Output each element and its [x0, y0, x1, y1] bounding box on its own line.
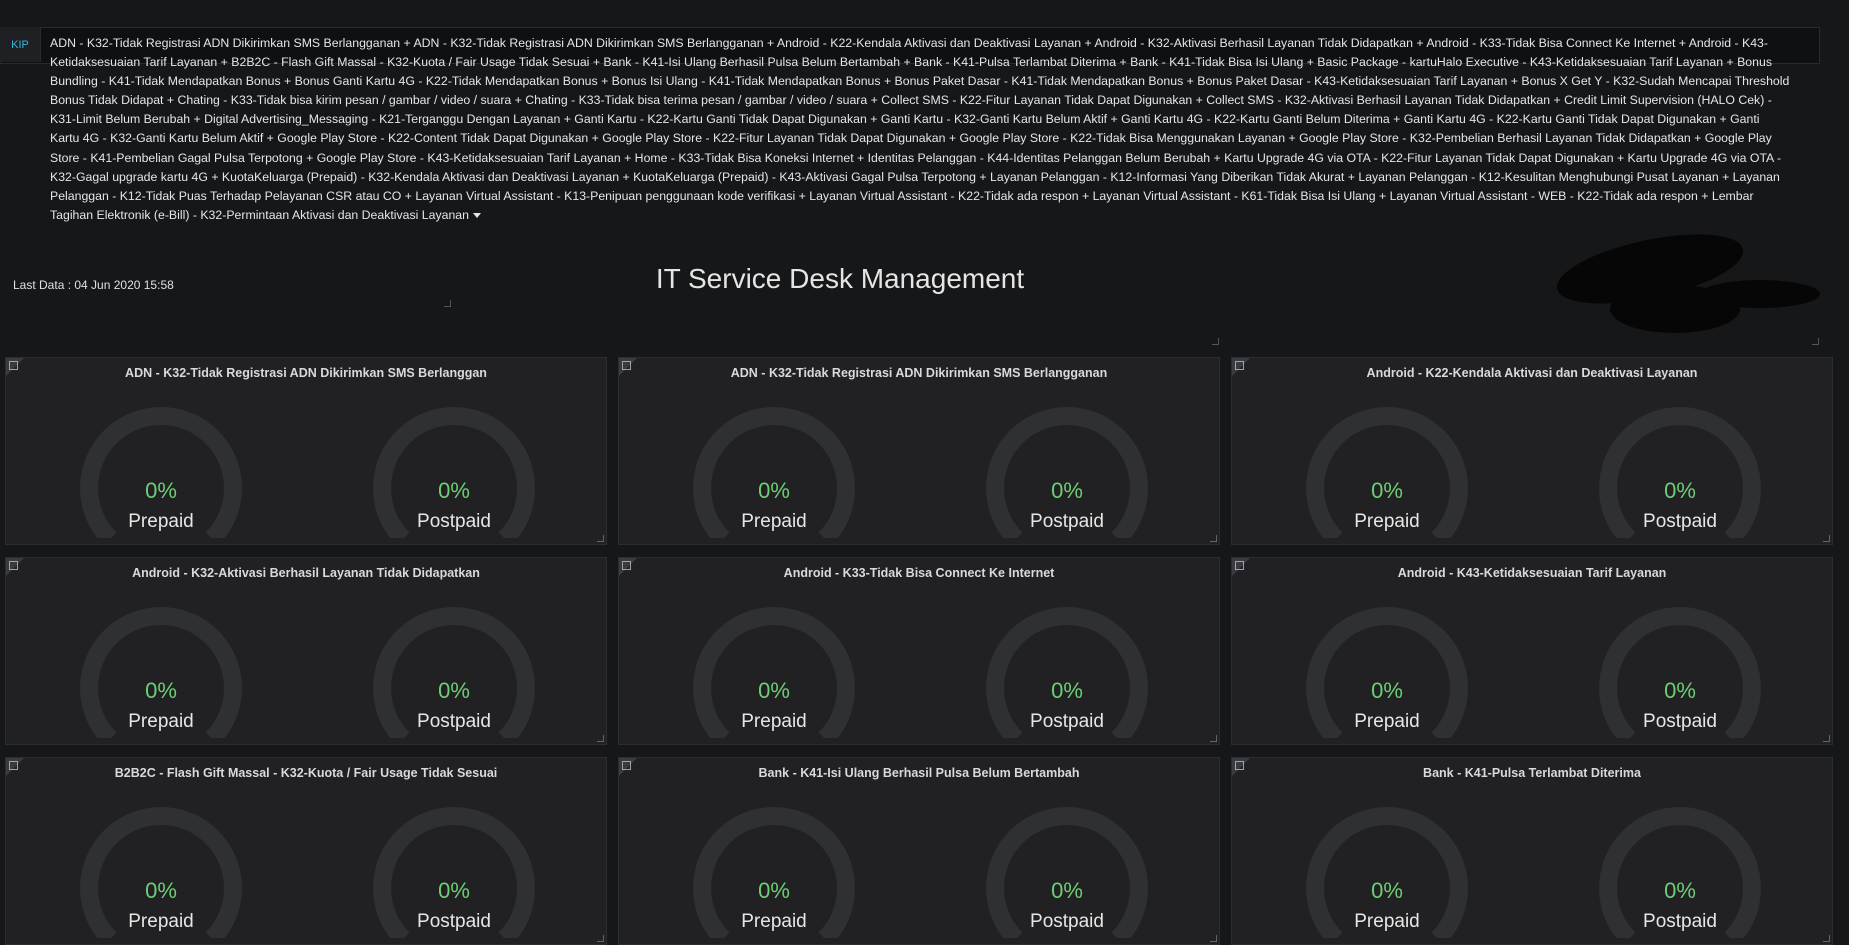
panel-title[interactable]: Android - K22-Kendala Aktivasi dan Deakt… — [1232, 366, 1832, 380]
postpaid-gauge-label: Postpaid — [1030, 511, 1104, 532]
kip-selected-values[interactable]: ADN - K32-Tidak Registrasi ADN Dikirimka… — [50, 36, 1789, 222]
gauge-panel[interactable]: ADN - K32-Tidak Registrasi ADN Dikirimka… — [5, 357, 607, 545]
prepaid-gauge-label: Prepaid — [1354, 711, 1420, 732]
panel-resize-handle[interactable] — [1210, 735, 1217, 742]
prepaid-gauge-value: 0% — [1371, 478, 1403, 503]
panel-title[interactable]: B2B2C - Flash Gift Massal - K32-Kuota / … — [6, 766, 606, 780]
postpaid-gauge: 0% Postpaid — [982, 398, 1152, 538]
panel-resize-handle[interactable] — [1210, 535, 1217, 542]
postpaid-gauge-label: Postpaid — [417, 511, 491, 532]
panel-resize-handle[interactable] — [597, 535, 604, 542]
postpaid-gauge-value: 0% — [1051, 878, 1083, 903]
panel-title[interactable]: Bank - K41-Pulsa Terlambat Diterima — [1232, 766, 1832, 780]
prepaid-gauge-value: 0% — [1371, 878, 1403, 903]
gauge-panel[interactable]: ADN - K32-Tidak Registrasi ADN Dikirimka… — [618, 357, 1220, 545]
postpaid-gauge-value: 0% — [1051, 678, 1083, 703]
postpaid-gauge: 0% Postpaid — [369, 798, 539, 938]
postpaid-gauge-value: 0% — [438, 478, 470, 503]
prepaid-gauge-label: Prepaid — [741, 711, 807, 732]
prepaid-gauge: 0% Prepaid — [689, 798, 859, 938]
prepaid-gauge: 0% Prepaid — [689, 598, 859, 738]
prepaid-gauge-value: 0% — [145, 678, 177, 703]
panel-resize-handle[interactable] — [1823, 535, 1830, 542]
postpaid-gauge-value: 0% — [1051, 478, 1083, 503]
postpaid-gauge: 0% Postpaid — [369, 598, 539, 738]
postpaid-gauge-value: 0% — [438, 878, 470, 903]
prepaid-gauge-value: 0% — [145, 878, 177, 903]
prepaid-gauge: 0% Prepaid — [76, 598, 246, 738]
panel-title[interactable]: Bank - K41-Isi Ulang Berhasil Pulsa Belu… — [619, 766, 1219, 780]
panel-resize-handle[interactable] — [1812, 338, 1819, 345]
prepaid-gauge-label: Prepaid — [1354, 911, 1420, 932]
panel-title[interactable]: ADN - K32-Tidak Registrasi ADN Dikirimka… — [619, 366, 1219, 380]
prepaid-gauge-label: Prepaid — [128, 911, 194, 932]
prepaid-gauge-value: 0% — [1371, 678, 1403, 703]
postpaid-gauge-label: Postpaid — [1030, 711, 1104, 732]
prepaid-gauge-label: Prepaid — [128, 711, 194, 732]
last-data-timestamp: Last Data : 04 Jun 2020 15:58 — [13, 278, 174, 292]
panel-title[interactable]: ADN - K32-Tidak Registrasi ADN Dikirimka… — [6, 366, 606, 380]
gauge-panel[interactable]: Bank - K41-Isi Ulang Berhasil Pulsa Belu… — [618, 757, 1220, 945]
postpaid-gauge: 0% Postpaid — [982, 598, 1152, 738]
postpaid-gauge-label: Postpaid — [1030, 911, 1104, 932]
gauge-panel[interactable]: Android - K32-Aktivasi Berhasil Layanan … — [5, 557, 607, 745]
postpaid-gauge: 0% Postpaid — [1595, 398, 1765, 538]
postpaid-gauge-label: Postpaid — [417, 911, 491, 932]
prepaid-gauge-value: 0% — [758, 478, 790, 503]
prepaid-gauge-value: 0% — [758, 878, 790, 903]
gauge-panel[interactable]: B2B2C - Flash Gift Massal - K32-Kuota / … — [5, 757, 607, 945]
panel-title[interactable]: Android - K43-Ketidaksesuaian Tarif Laya… — [1232, 566, 1832, 580]
panel-resize-handle[interactable] — [597, 735, 604, 742]
caret-down-icon[interactable] — [472, 213, 481, 219]
gauge-panel[interactable]: Bank - K41-Pulsa Terlambat Diterima 0% Pre… — [1231, 757, 1833, 945]
prepaid-gauge-label: Prepaid — [741, 511, 807, 532]
postpaid-gauge-value: 0% — [1664, 678, 1696, 703]
postpaid-gauge-label: Postpaid — [417, 711, 491, 732]
dashboard-title: IT Service Desk Management — [655, 263, 1025, 294]
panel-resize-handle[interactable] — [1212, 338, 1219, 345]
postpaid-gauge-value: 0% — [1664, 478, 1696, 503]
prepaid-gauge: 0% Prepaid — [689, 398, 859, 538]
redacted-logo-part — [1700, 280, 1820, 308]
postpaid-gauge-value: 0% — [1664, 878, 1696, 903]
prepaid-gauge-label: Prepaid — [128, 511, 194, 532]
gauge-panel[interactable]: Android - K33-Tidak Bisa Connect Ke Inte… — [618, 557, 1220, 745]
postpaid-gauge-label: Postpaid — [1643, 711, 1717, 732]
prepaid-gauge: 0% Prepaid — [1302, 598, 1472, 738]
postpaid-gauge-label: Postpaid — [1643, 911, 1717, 932]
kip-variable-value[interactable]: ADN - K32-Tidak Registrasi ADN Dikirimka… — [50, 34, 1790, 225]
prepaid-gauge-value: 0% — [758, 678, 790, 703]
prepaid-gauge-value: 0% — [145, 478, 177, 503]
prepaid-gauge: 0% Prepaid — [76, 798, 246, 938]
prepaid-gauge-label: Prepaid — [1354, 511, 1420, 532]
panel-resize-handle[interactable] — [444, 300, 451, 307]
panel-resize-handle[interactable] — [1823, 935, 1830, 942]
prepaid-gauge: 0% Prepaid — [1302, 798, 1472, 938]
panel-title[interactable]: Android - K33-Tidak Bisa Connect Ke Inte… — [619, 566, 1219, 580]
postpaid-gauge-value: 0% — [438, 678, 470, 703]
prepaid-gauge: 0% Prepaid — [1302, 398, 1472, 538]
postpaid-gauge: 0% Postpaid — [982, 798, 1152, 938]
panel-title[interactable]: Android - K32-Aktivasi Berhasil Layanan … — [6, 566, 606, 580]
kip-variable-label: KIP — [0, 27, 41, 62]
gauge-panel[interactable]: Android - K43-Ketidaksesuaian Tarif Laya… — [1231, 557, 1833, 745]
panel-resize-handle[interactable] — [1210, 935, 1217, 942]
postpaid-gauge: 0% Postpaid — [1595, 598, 1765, 738]
postpaid-gauge-label: Postpaid — [1643, 511, 1717, 532]
prepaid-gauge: 0% Prepaid — [76, 398, 246, 538]
postpaid-gauge: 0% Postpaid — [369, 398, 539, 538]
panel-resize-handle[interactable] — [1823, 735, 1830, 742]
prepaid-gauge-label: Prepaid — [741, 911, 807, 932]
postpaid-gauge: 0% Postpaid — [1595, 798, 1765, 938]
panel-resize-handle[interactable] — [597, 935, 604, 942]
gauge-panel[interactable]: Android - K22-Kendala Aktivasi dan Deakt… — [1231, 357, 1833, 545]
